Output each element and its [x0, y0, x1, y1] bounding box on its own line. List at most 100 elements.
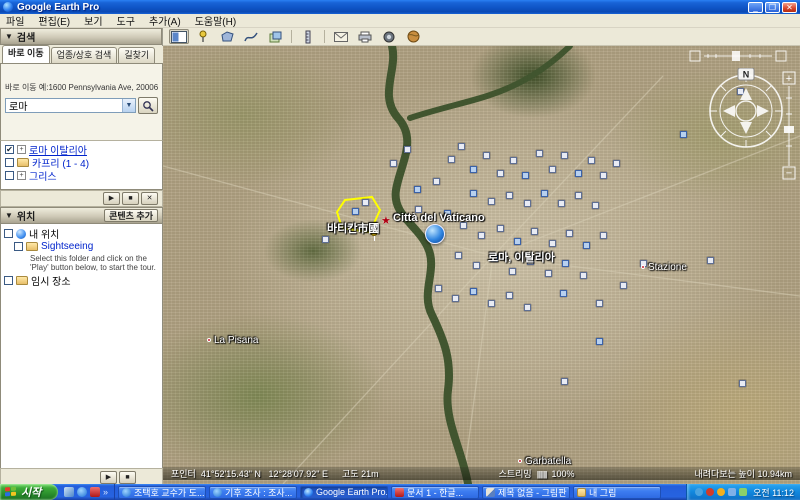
tray-display-icon[interactable]	[728, 488, 736, 496]
photo-icon[interactable]	[448, 156, 455, 163]
photo-icon[interactable]	[524, 304, 531, 311]
menu-help[interactable]: 도움말(H)	[195, 13, 236, 28]
photo-icon[interactable]	[580, 272, 587, 279]
photo-icon[interactable]	[497, 170, 504, 177]
photo-icon[interactable]	[352, 208, 359, 215]
places-item-label[interactable]: 내 위치	[29, 226, 59, 241]
photo-icon[interactable]	[549, 240, 556, 247]
menu-file[interactable]: 파일	[6, 13, 24, 28]
photo-icon[interactable]	[458, 143, 465, 150]
play-tour-button[interactable]: ▶	[103, 192, 120, 205]
collapse-icon[interactable]: ▼	[5, 211, 13, 220]
quick-launch-overflow[interactable]: »	[103, 487, 108, 497]
photo-icon[interactable]	[470, 288, 477, 295]
photo-icon[interactable]	[560, 290, 567, 297]
photo-icon[interactable]	[561, 378, 568, 385]
window-titlebar[interactable]: Google Earth Pro _ ❐ ✕	[0, 0, 800, 14]
photo-icon[interactable]	[488, 198, 495, 205]
pan-right-arrow[interactable]	[757, 105, 769, 117]
taskbar-task-button[interactable]: 조택호 교수가 도...	[118, 486, 206, 499]
save-image-button[interactable]	[379, 29, 399, 44]
app-icon[interactable]	[90, 487, 100, 497]
collapse-icon[interactable]: ▼	[5, 32, 13, 41]
photo-icon[interactable]	[522, 172, 529, 179]
photo-icon[interactable]	[596, 338, 603, 345]
pan-down-arrow[interactable]	[740, 122, 752, 134]
places-item-label[interactable]: Sightseeing	[41, 241, 93, 252]
start-button[interactable]: 시작	[0, 484, 58, 500]
checkbox[interactable]: ✔	[5, 145, 14, 154]
tab-fly-to[interactable]: 바로 이동	[2, 45, 50, 63]
checkbox[interactable]	[5, 171, 14, 180]
photo-icon[interactable]	[600, 172, 607, 179]
photo-icon[interactable]	[470, 166, 477, 173]
photo-icon[interactable]	[541, 190, 548, 197]
photo-icon[interactable]	[600, 232, 607, 239]
tab-find-businesses[interactable]: 업종/상호 검색	[51, 47, 118, 63]
photo-icon[interactable]	[452, 295, 459, 302]
places-item-my-places[interactable]: 내 위치	[4, 227, 162, 240]
search-button[interactable]	[138, 97, 158, 114]
photo-icon[interactable]	[404, 146, 411, 153]
print-button[interactable]	[355, 29, 375, 44]
view-in-google-maps-button[interactable]	[403, 29, 423, 44]
pan-left-arrow[interactable]	[723, 105, 735, 117]
photo-icon[interactable]	[506, 192, 513, 199]
photo-icon[interactable]	[561, 152, 568, 159]
photo-icon[interactable]	[739, 380, 746, 387]
photo-icon[interactable]	[592, 202, 599, 209]
photo-icon[interactable]	[435, 285, 442, 292]
photo-icon[interactable]	[575, 192, 582, 199]
taskbar-task-button[interactable]: 문서 1 - 한글...	[391, 486, 479, 499]
photo-icon[interactable]	[514, 238, 521, 245]
stop-tour-button[interactable]: ■	[122, 192, 139, 205]
checkbox[interactable]	[14, 242, 23, 251]
show-desktop-icon[interactable]	[64, 487, 74, 497]
compass-navigator[interactable]: N	[703, 68, 789, 154]
taskbar-task-button[interactable]: 제목 없음 - 그림판	[482, 486, 570, 499]
photo-icon[interactable]	[575, 170, 582, 177]
zoom-out-icon[interactable]: −	[786, 168, 792, 180]
photo-icon[interactable]	[596, 300, 603, 307]
search-result-row[interactable]: + 그리스	[5, 169, 162, 182]
photo-icon[interactable]	[558, 200, 565, 207]
pan-up-arrow[interactable]	[740, 88, 752, 100]
menu-add[interactable]: 추가(A)	[149, 13, 181, 28]
photo-icon[interactable]	[524, 200, 531, 207]
photo-icon[interactable]	[506, 292, 513, 299]
photo-icon[interactable]	[470, 190, 477, 197]
photo-icon[interactable]	[488, 300, 495, 307]
restore-button[interactable]: ❐	[765, 2, 780, 13]
photo-icon[interactable]	[536, 150, 543, 157]
photo-icon[interactable]	[680, 131, 687, 138]
zoom-in-icon[interactable]: +	[786, 73, 792, 85]
places-item-label[interactable]: 임시 장소	[31, 273, 71, 288]
search-result-label[interactable]: 그리스	[29, 168, 57, 183]
expand-icon[interactable]: +	[17, 171, 26, 180]
minimize-button[interactable]: _	[748, 2, 763, 13]
close-button[interactable]: ✕	[782, 2, 797, 13]
play-tour-button[interactable]: ▶	[100, 471, 117, 484]
tilt-slider[interactable]	[688, 49, 788, 63]
photo-icon[interactable]	[510, 157, 517, 164]
taskbar-task-button[interactable]: 기후 조사 : 조사...	[209, 486, 297, 499]
places-item-temporary[interactable]: 임시 장소	[4, 274, 162, 287]
search-placemark-icon[interactable]: ★	[381, 214, 391, 227]
ruler-button[interactable]	[298, 29, 318, 44]
map-viewport[interactable]: ★ 바티칸市國 Città del Vaticano 로마, 이탈리아 Staz…	[163, 46, 800, 484]
photo-icon[interactable]	[566, 230, 573, 237]
combo-dropdown-icon[interactable]: ▼	[122, 99, 135, 112]
tray-update-icon[interactable]	[717, 488, 725, 496]
checkbox[interactable]	[5, 158, 14, 167]
sidebar-toggle-button[interactable]	[169, 29, 189, 44]
photo-icon[interactable]	[433, 178, 440, 185]
add-path-button[interactable]	[241, 29, 261, 44]
checkbox[interactable]	[4, 229, 13, 238]
photo-icon[interactable]	[483, 152, 490, 159]
photo-icon[interactable]	[613, 160, 620, 167]
email-button[interactable]	[331, 29, 351, 44]
menu-edit[interactable]: 편집(E)	[38, 13, 70, 28]
taskbar-task-button[interactable]: Google Earth Pro...	[300, 486, 388, 499]
stop-tour-button[interactable]: ■	[119, 471, 136, 484]
photo-icon[interactable]	[707, 257, 714, 264]
